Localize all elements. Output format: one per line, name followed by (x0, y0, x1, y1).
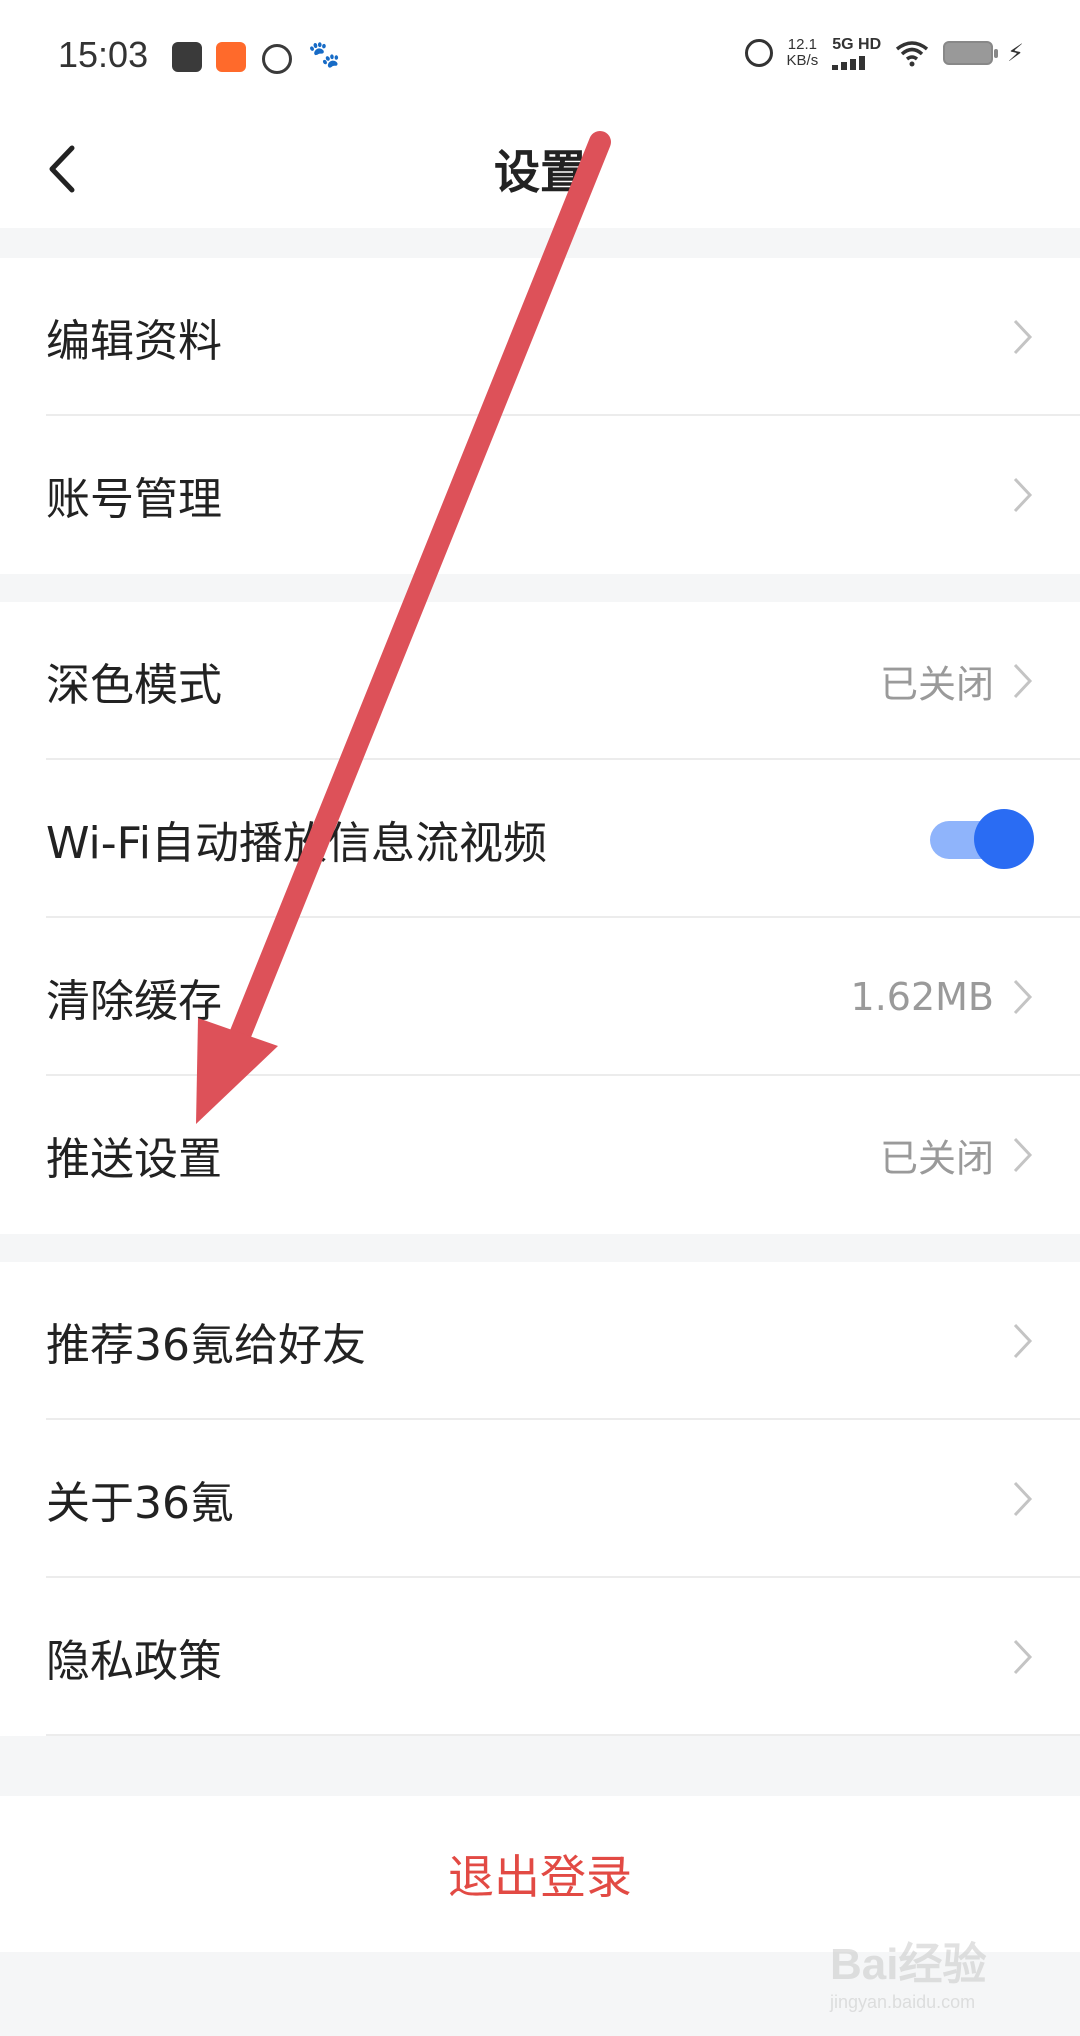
charging-bolt-icon: ⚡ (1007, 39, 1024, 67)
chevron-right-icon (1013, 663, 1033, 699)
battery-icon (943, 41, 999, 65)
page-title: 设置 (494, 145, 586, 199)
settings-row-clear-cache[interactable]: 清除缓存 1.62MB (0, 918, 1080, 1076)
row-label: Wi-Fi自动播放信息流视频 (46, 818, 547, 869)
settings-row-dark-mode[interactable]: 深色模式 已关闭 (0, 602, 1080, 760)
row-value: 已关闭 (879, 1136, 994, 1181)
row-label: 账号管理 (46, 474, 222, 525)
row-label: 关于36氪 (46, 1478, 234, 1529)
settings-row-about[interactable]: 关于36氪 (0, 1420, 1080, 1578)
row-label: 清除缓存 (46, 976, 222, 1027)
row-label: 推荐36氪给好友 (46, 1320, 366, 1371)
row-value: 1.62MB (850, 975, 994, 1019)
chevron-right-icon (1013, 1481, 1033, 1517)
watermark-domain: jingyan.baidu.com (830, 1992, 976, 2012)
chevron-right-icon (1013, 1137, 1033, 1173)
status-indicators: 12.1 KB/s 5G HD ⚡ (744, 36, 1024, 70)
row-label: 隐私政策 (46, 1636, 222, 1687)
nav-bar: 设置 (0, 110, 1080, 228)
status-bar: 15:03 🐾 12.1 KB/s 5G HD ⚡ (0, 0, 1080, 110)
signal-icon (832, 54, 866, 70)
baidu-paw-icon: 🐾 (308, 40, 341, 70)
planet-app-icon (262, 44, 292, 74)
settings-row-recommend[interactable]: 推荐36氪给好友 (0, 1262, 1080, 1420)
chevron-right-icon (1013, 1323, 1033, 1359)
logout-label: 退出登录 (448, 1850, 632, 1904)
row-divider (46, 1734, 1080, 1736)
settings-row-edit-profile[interactable]: 编辑资料 (0, 258, 1080, 416)
row-label: 深色模式 (46, 660, 222, 711)
settings-group-general: 深色模式 已关闭 Wi-Fi自动播放信息流视频 清除缓存 1.62MB 推送设置… (0, 602, 1080, 1234)
wifi-icon (895, 39, 929, 67)
row-value: 已关闭 (879, 662, 994, 707)
net-speed-unit: KB/s (786, 52, 819, 69)
baidu-jingyan-watermark: Bai经验 jingyan.baidu.com (830, 1928, 1030, 2018)
play-app-icon (172, 42, 202, 72)
settings-group-about: 推荐36氪给好友 关于36氪 隐私政策 (0, 1262, 1080, 1736)
chevron-right-icon (1013, 477, 1033, 513)
status-time: 15:03 (58, 34, 149, 75)
net-speed-value: 12.1 (787, 36, 817, 53)
settings-row-account[interactable]: 账号管理 (0, 416, 1080, 574)
settings-group-profile: 编辑资料 账号管理 (0, 258, 1080, 574)
chevron-right-icon (1013, 979, 1033, 1015)
wifi-autoplay-toggle[interactable] (930, 809, 1034, 869)
row-label: 推送设置 (46, 1134, 222, 1185)
watermark-brand: Bai经验 (830, 1940, 987, 1989)
settings-row-wifi-autoplay: Wi-Fi自动播放信息流视频 (0, 760, 1080, 918)
row-label: 编辑资料 (46, 316, 222, 367)
orange-app-icon (216, 42, 246, 72)
chevron-right-icon (1013, 319, 1033, 355)
alarm-icon (744, 39, 773, 67)
settings-row-privacy[interactable]: 隐私政策 (0, 1578, 1080, 1736)
network-type: 5G HD (832, 36, 881, 70)
net-speed: 12.1 KB/s (787, 37, 819, 69)
toggle-knob (974, 809, 1034, 869)
chevron-right-icon (1013, 1639, 1033, 1675)
settings-row-push[interactable]: 推送设置 已关闭 (0, 1076, 1080, 1234)
network-label: 5G HD (832, 36, 882, 53)
